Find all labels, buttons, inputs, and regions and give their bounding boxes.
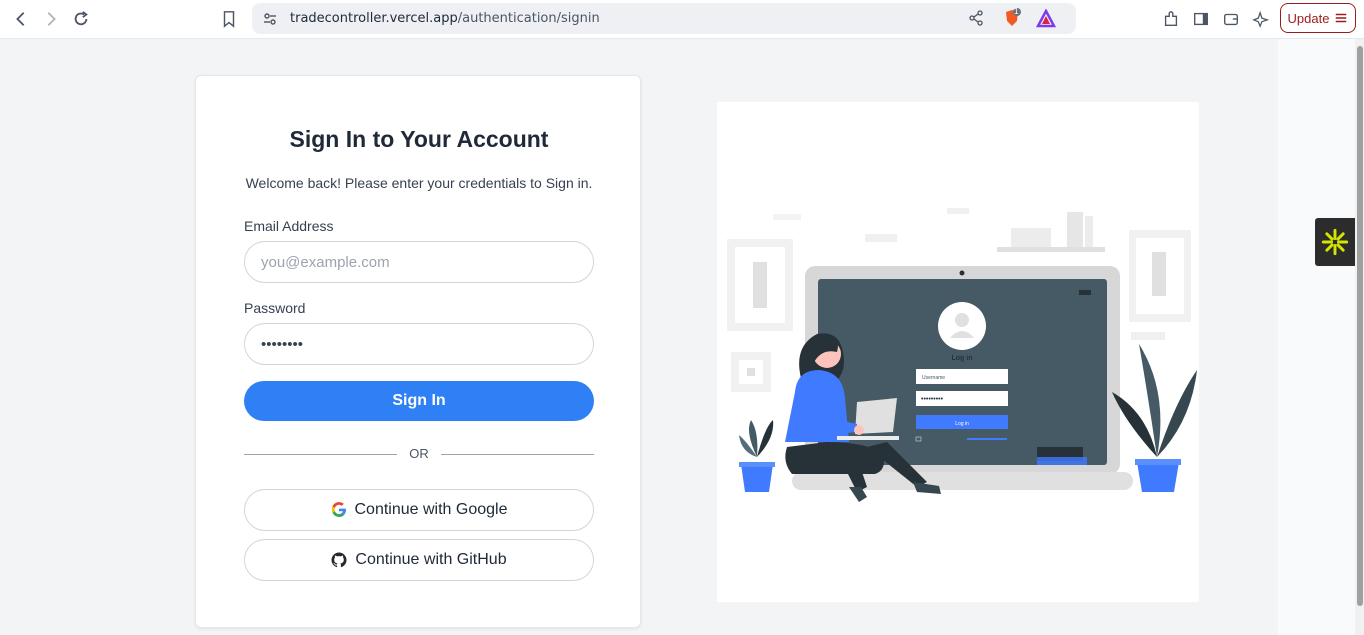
wallet-icon[interactable] [1218, 6, 1244, 32]
reload-icon[interactable] [68, 6, 94, 32]
signin-button-label: Sign In [392, 392, 446, 409]
email-field[interactable] [244, 241, 594, 283]
divider-line-right [441, 454, 594, 455]
illus-login-button: Log in [955, 421, 969, 427]
or-divider: OR [244, 444, 594, 464]
page-title: Sign In to Your Account [289, 126, 549, 152]
update-label: Update [1287, 10, 1330, 26]
scrollbar-thumb[interactable] [1357, 46, 1363, 606]
asterisk-icon [1321, 228, 1349, 256]
login-illustration: Log in Username ••••••••• Log in [717, 102, 1199, 602]
email-label: Email Address [244, 218, 334, 234]
login-illustration-svg: Log in Username ••••••••• Log in [727, 208, 1197, 502]
illus-username-placeholder: Username [922, 375, 945, 381]
extensions-icon[interactable] [1158, 6, 1184, 32]
back-icon[interactable] [8, 6, 34, 32]
share-icon[interactable] [968, 10, 984, 26]
password-label: Password [244, 300, 306, 316]
brave-shield-icon[interactable]: 1 [1002, 7, 1022, 28]
url-text: tradecontroller.vercel.app/authenticatio… [290, 11, 600, 26]
side-widget[interactable] [1315, 218, 1355, 266]
site-settings-icon[interactable] [262, 11, 278, 27]
google-icon [331, 502, 346, 517]
menu-icon [1336, 13, 1347, 23]
leo-ai-icon[interactable] [1248, 6, 1274, 32]
update-button[interactable]: Update [1280, 3, 1356, 33]
url-host: tradecontroller.vercel.app [290, 11, 458, 26]
github-icon [331, 552, 347, 568]
signin-button[interactable]: Sign In [244, 381, 594, 421]
github-button-label: Continue with GitHub [355, 551, 507, 568]
password-field[interactable] [244, 323, 594, 365]
signin-card: Sign In to Your Account Welcome back! Pl… [195, 75, 641, 628]
page-right-margin [1278, 39, 1355, 635]
svg-text:•••••••••: ••••••••• [921, 396, 944, 403]
github-signin-button[interactable]: Continue with GitHub [244, 539, 594, 581]
brave-rewards-icon[interactable] [1035, 8, 1057, 29]
google-signin-button[interactable]: Continue with Google [244, 489, 594, 531]
forward-icon[interactable] [38, 6, 64, 32]
shield-badge: 1 [1014, 7, 1019, 16]
google-button-label: Continue with Google [354, 501, 508, 518]
url-path: /authentication/signin [457, 11, 600, 26]
bookmark-icon[interactable] [216, 6, 242, 32]
page-subtitle: Welcome back! Please enter your credenti… [245, 175, 593, 191]
illus-login-title: Log in [952, 355, 973, 362]
browser-toolbar: tradecontroller.vercel.app/authenticatio… [0, 0, 1364, 39]
address-bar[interactable]: tradecontroller.vercel.app/authenticatio… [252, 3, 1076, 34]
sidebar-icon[interactable] [1188, 6, 1214, 32]
